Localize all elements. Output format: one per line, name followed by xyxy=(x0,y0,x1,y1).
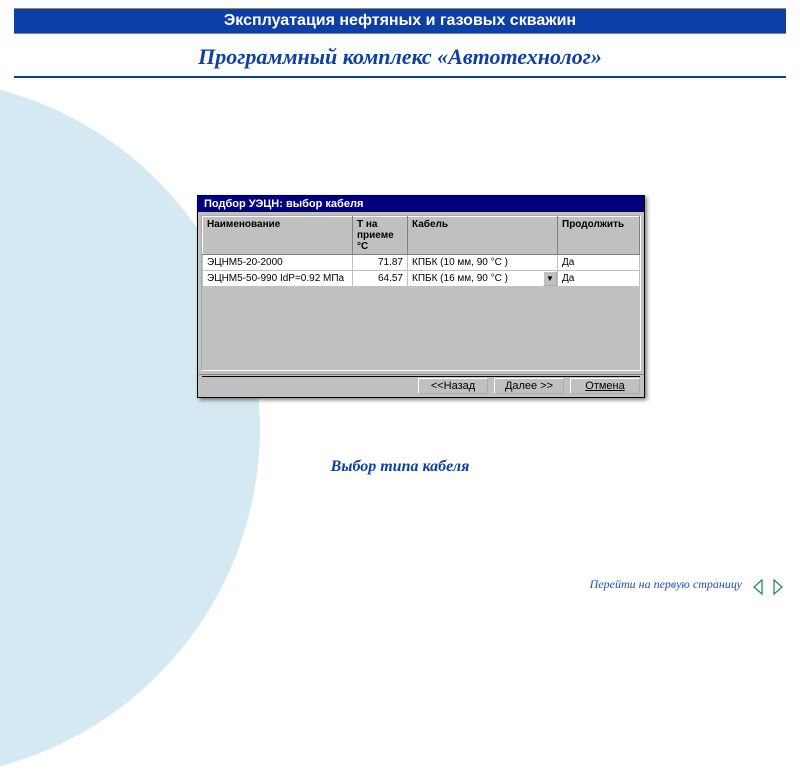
cell-cable[interactable]: КПБК (10 мм, 90 °С ) xyxy=(408,255,558,271)
page-title-area: Программный комплекс «Автотехнолог» xyxy=(14,44,786,78)
table-header-row: Наименование Т на приеме °С Кабель Продо… xyxy=(203,217,640,255)
col-name: Наименование xyxy=(203,217,353,255)
table-row[interactable]: ЭЦНМ5-50-990 IdP=0.92 МПа 64.57 КПБК (16… xyxy=(203,271,640,287)
back-button[interactable]: <<Назад xyxy=(418,378,488,394)
dialog-body: Наименование Т на приеме °С Кабель Продо… xyxy=(201,215,641,371)
page-title: Программный комплекс «Автотехнолог» xyxy=(14,44,786,70)
col-temp: Т на приеме °С xyxy=(353,217,408,255)
cell-cable-value: КПБК (16 мм, 90 °С ) xyxy=(412,273,508,284)
cell-temp[interactable]: 64.57 xyxy=(353,271,408,287)
next-arrow-icon[interactable] xyxy=(768,578,784,596)
cable-table: Наименование Т на приеме °С Кабель Продо… xyxy=(202,216,640,287)
dialog-title-text: Подбор УЭЦН: выбор кабеля xyxy=(204,198,363,210)
table-row[interactable]: ЭЦНМ5-20-2000 71.87 КПБК (10 мм, 90 °С )… xyxy=(203,255,640,271)
cell-name[interactable]: ЭЦНМ5-50-990 IdP=0.92 МПа xyxy=(203,271,353,287)
dialog-titlebar: Подбор УЭЦН: выбор кабеля xyxy=(198,196,644,212)
course-header: Эксплуатация нефтяных и газовых скважин xyxy=(14,8,786,34)
slide-caption: Выбор типа кабеля xyxy=(0,458,800,476)
cell-temp[interactable]: 71.87 xyxy=(353,255,408,271)
background-decor xyxy=(0,78,260,778)
course-title: Эксплуатация нефтяных и газовых скважин xyxy=(224,12,576,29)
first-page-link[interactable]: Перейти на первую страницу xyxy=(590,577,742,592)
nav-arrows xyxy=(752,578,784,596)
cable-selection-dialog: Подбор УЭЦН: выбор кабеля Наименование Т… xyxy=(197,195,645,398)
dialog-footer: <<Назад Далее >> Отмена xyxy=(198,374,644,397)
prev-arrow-icon[interactable] xyxy=(752,578,768,596)
cell-continue[interactable]: Да xyxy=(558,255,640,271)
col-continue: Продолжить xyxy=(558,217,640,255)
col-cable: Кабель xyxy=(408,217,558,255)
cancel-button[interactable]: Отмена xyxy=(570,378,640,394)
cell-name[interactable]: ЭЦНМ5-20-2000 xyxy=(203,255,353,271)
slide-caption-text: Выбор типа кабеля xyxy=(331,458,470,475)
cell-continue[interactable]: Да xyxy=(558,271,640,287)
first-page-link-text: Перейти на первую страницу xyxy=(590,577,742,591)
next-button[interactable]: Далее >> xyxy=(494,378,564,394)
chevron-down-icon[interactable]: ▼ xyxy=(543,271,557,286)
cell-cable-dropdown[interactable]: КПБК (16 мм, 90 °С ) ▼ xyxy=(408,271,558,287)
